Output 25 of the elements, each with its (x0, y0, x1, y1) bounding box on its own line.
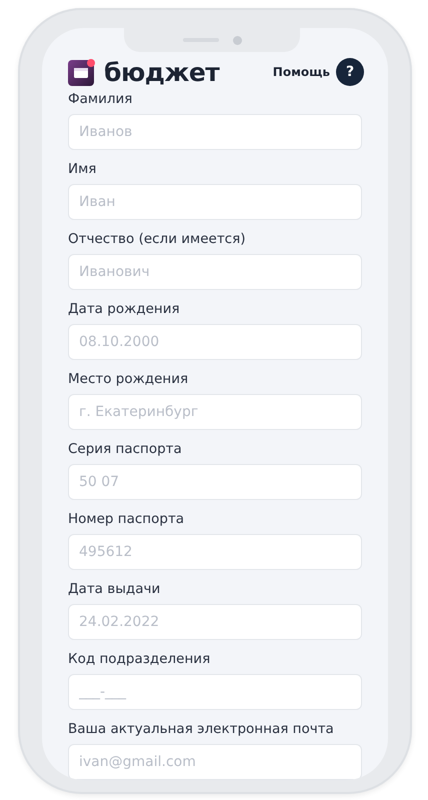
field-label: Серия паспорта (68, 440, 183, 458)
input-field[interactable]: 08.10.2000 (68, 324, 362, 360)
input-field[interactable]: Иванов (68, 114, 362, 150)
input-field[interactable]: 495612 (68, 534, 362, 570)
help-button[interactable]: ? (336, 58, 364, 86)
field-label: Код подразделения (68, 650, 212, 668)
brand-logo-text: бюджет (104, 58, 220, 86)
input-field[interactable]: Иванович (68, 254, 362, 290)
input-field[interactable]: ivan@gmail.com (68, 744, 362, 780)
help-label: Помощь (272, 65, 330, 79)
wallet-icon (68, 58, 96, 86)
field-label: Имя (68, 160, 98, 178)
field-label: Дата рождения (68, 300, 181, 318)
input-field[interactable]: Иван (68, 184, 362, 220)
field-label: Дата выдачи (68, 580, 162, 598)
field-label: Фамилия (68, 90, 134, 108)
field-label: Ваша актуальная электронная почта (68, 720, 335, 738)
input-field[interactable]: 50 07 (68, 464, 362, 500)
field-label: Отчество (если имеется) (68, 230, 246, 248)
input-field[interactable]: 24.02.2022 (68, 604, 362, 640)
camera-icon (232, 36, 242, 44)
field-label: Номер паспорта (68, 510, 186, 528)
input-field[interactable]: ___-___ (68, 674, 362, 710)
input-field[interactable]: г. Екатеринбург (68, 394, 362, 430)
field-label: Место рождения (68, 370, 190, 388)
